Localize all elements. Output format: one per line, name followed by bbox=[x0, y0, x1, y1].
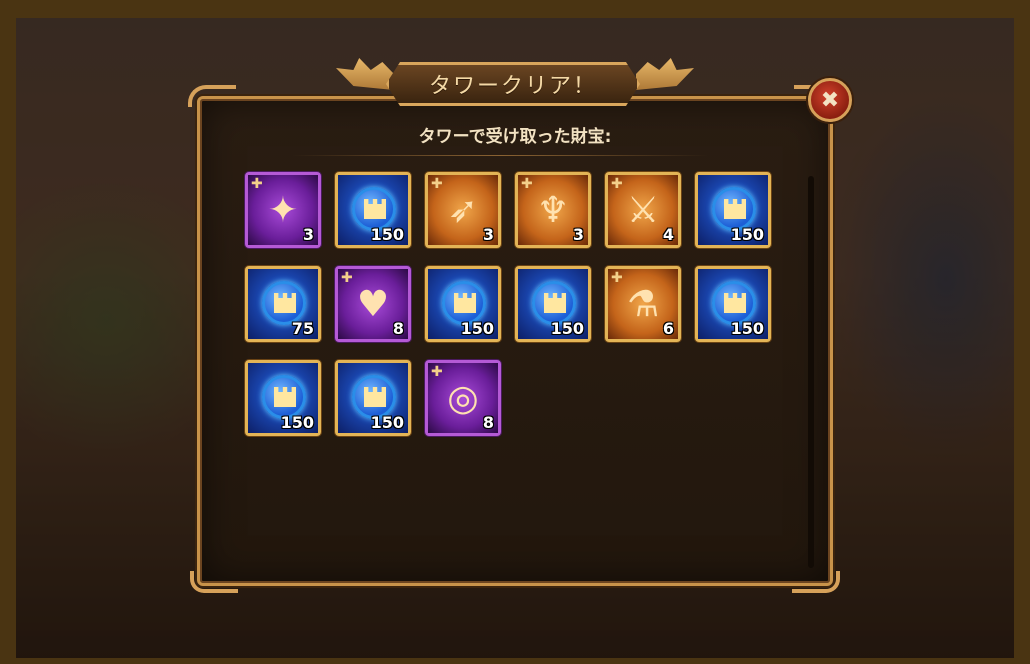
reward-slot-tower-coin[interactable]: 150 bbox=[335, 360, 411, 436]
fragment-puzzle-icon: ✚ bbox=[611, 270, 623, 286]
close-icon: ✖ bbox=[820, 87, 840, 113]
corner-ornament bbox=[188, 85, 236, 107]
tower-emblem-icon bbox=[724, 199, 746, 219]
corner-ornament bbox=[190, 571, 238, 593]
scrollbar[interactable] bbox=[808, 176, 814, 568]
tower-emblem-icon bbox=[454, 293, 476, 313]
reward-slot-golden-horn[interactable]: ♆ ✚ 3 bbox=[515, 172, 591, 248]
reward-slot-tower-coin[interactable]: 150 bbox=[245, 360, 321, 436]
reward-quantity: 150 bbox=[550, 319, 584, 338]
fragment-puzzle-icon: ✚ bbox=[431, 364, 443, 380]
close-button[interactable]: ✖ bbox=[808, 78, 852, 122]
reward-quantity: 8 bbox=[392, 319, 404, 338]
fragment-puzzle-icon: ✚ bbox=[431, 176, 443, 192]
reward-quantity: 150 bbox=[280, 413, 314, 432]
reward-slot-tower-coin[interactable]: 150 bbox=[425, 266, 501, 342]
reward-slot-phoenix-feather[interactable]: ➶ ✚ 3 bbox=[425, 172, 501, 248]
corner-ornament bbox=[792, 571, 840, 593]
reward-quantity: 8 bbox=[482, 413, 494, 432]
reward-slot-tower-coin[interactable]: 150 bbox=[695, 266, 771, 342]
dialog-title: タワークリア！ bbox=[428, 74, 597, 99]
reward-quantity: 150 bbox=[730, 319, 764, 338]
rewards-subtitle: タワーで受け取った財宝: bbox=[418, 127, 612, 147]
tower-emblem-icon bbox=[274, 387, 296, 407]
reward-quantity: 3 bbox=[482, 225, 494, 244]
reward-slot-artifact-totem[interactable]: ✦ ✚ 3 bbox=[245, 172, 321, 248]
fragment-puzzle-icon: ✚ bbox=[251, 176, 263, 192]
reward-quantity: 150 bbox=[370, 225, 404, 244]
reward-quantity: 150 bbox=[370, 413, 404, 432]
reward-quantity: 6 bbox=[662, 319, 674, 338]
fragment-puzzle-icon: ✚ bbox=[521, 176, 533, 192]
reward-slot-fire-daggers[interactable]: ⚔ ✚ 4 bbox=[605, 172, 681, 248]
reward-quantity: 150 bbox=[460, 319, 494, 338]
tower-emblem-icon bbox=[274, 293, 296, 313]
fragment-puzzle-icon: ✚ bbox=[341, 270, 353, 286]
reward-quantity: 4 bbox=[662, 225, 674, 244]
reward-quantity: 3 bbox=[302, 225, 314, 244]
reward-slot-silver-ring[interactable]: ◎ ✚ 8 bbox=[425, 360, 501, 436]
reward-slot-tower-coin[interactable]: 75 bbox=[245, 266, 321, 342]
tower-emblem-icon bbox=[364, 199, 386, 219]
title-plate: タワークリア！ bbox=[386, 62, 640, 106]
divider bbox=[292, 155, 708, 156]
reward-slot-tower-coin[interactable]: 150 bbox=[515, 266, 591, 342]
reward-slot-tower-coin[interactable]: 150 bbox=[695, 172, 771, 248]
reward-slot-potion-belt[interactable]: ⚗ ✚ 6 bbox=[605, 266, 681, 342]
tower-emblem-icon bbox=[724, 293, 746, 313]
reward-quantity: 75 bbox=[291, 319, 314, 338]
reward-slot-ruby-heart[interactable]: ♥ ✚ 8 bbox=[335, 266, 411, 342]
reward-slot-tower-coin[interactable]: 150 bbox=[335, 172, 411, 248]
fragment-puzzle-icon: ✚ bbox=[611, 176, 623, 192]
tower-emblem-icon bbox=[544, 293, 566, 313]
reward-quantity: 150 bbox=[730, 225, 764, 244]
tower-emblem-icon bbox=[364, 387, 386, 407]
reward-quantity: 3 bbox=[572, 225, 584, 244]
